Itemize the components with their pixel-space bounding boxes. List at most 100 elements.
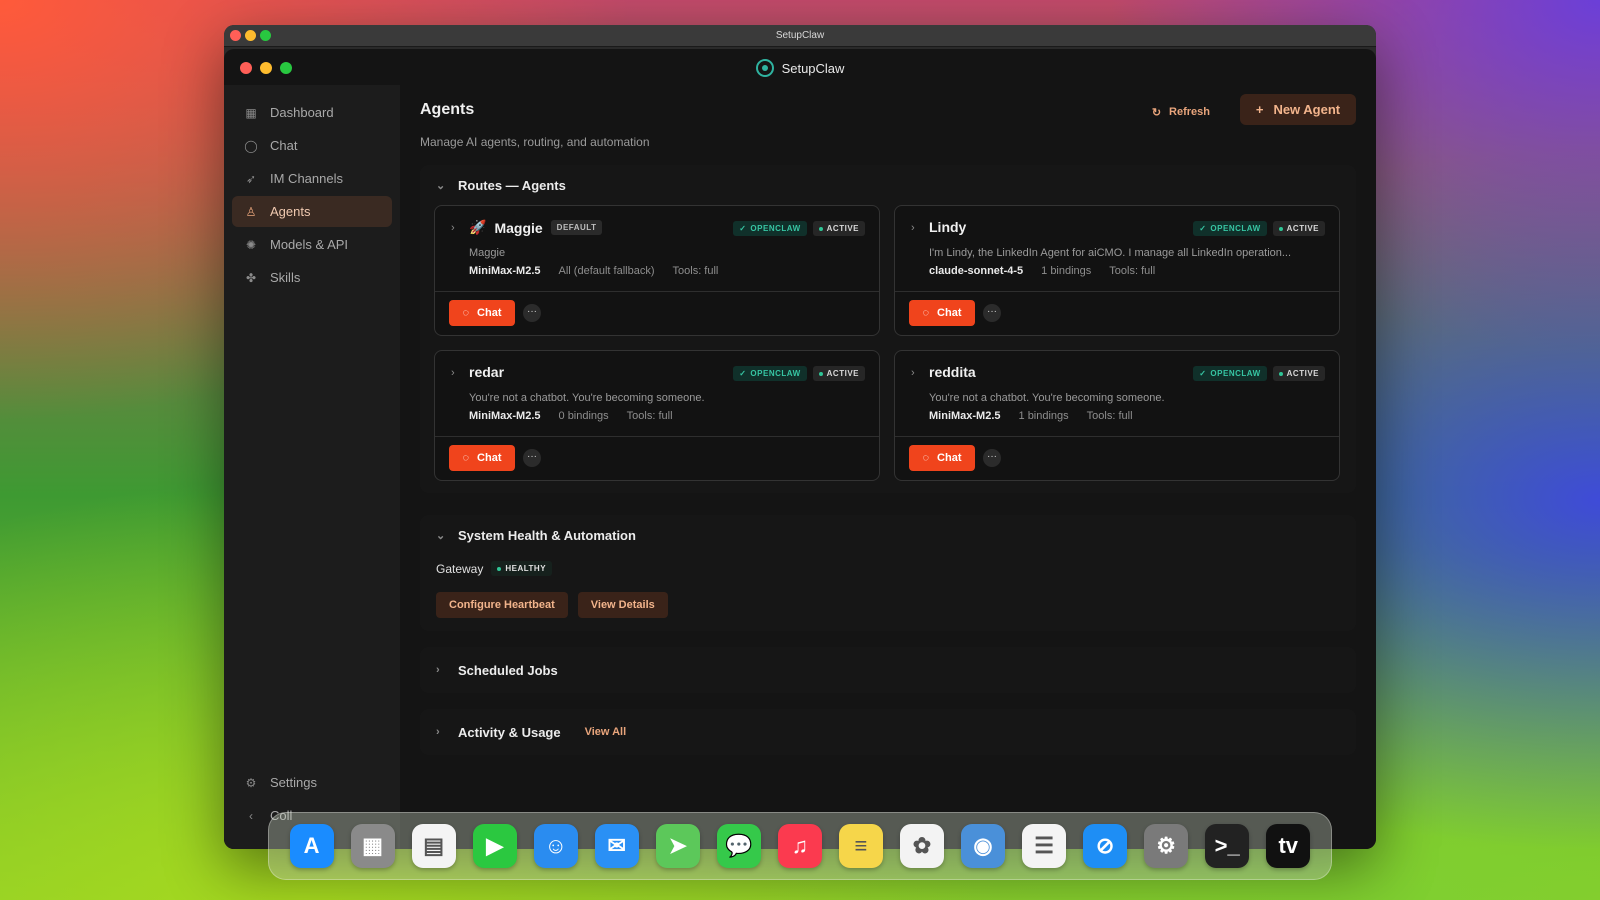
openclaw-badge-label: OPENCLAW xyxy=(750,224,801,233)
agent-model: MiniMax-M2.5 xyxy=(469,265,541,277)
sidebar-item-skills[interactable]: ✤ Skills xyxy=(232,262,392,293)
agent-tools: Tools: full xyxy=(626,410,673,422)
agent-model: claude-sonnet-4-5 xyxy=(929,265,1024,277)
facetime-icon[interactable]: ▶ xyxy=(472,824,517,868)
gear-icon: ⚙ xyxy=(245,775,257,790)
view-details-button[interactable]: View Details xyxy=(577,592,668,618)
agent-card-reddita[interactable]: › reddita ✓ OPENCLAW ACTIVE You're not a … xyxy=(894,350,1340,481)
sidebar: ▦ Dashboard ◯ Chat ➶ IM Channels ♙ Agent… xyxy=(224,85,400,849)
safari-icon[interactable]: ⊘ xyxy=(1083,824,1128,868)
chat-button-label: Chat xyxy=(937,452,962,464)
rocket-icon: ➶ xyxy=(245,171,257,186)
sidebar-item-label: Skills xyxy=(270,270,301,285)
sidebar-item-label: Models & API xyxy=(270,237,349,252)
agent-card-redar[interactable]: › redar ✓ OPENCLAW ACTIVE You're not a ch… xyxy=(434,350,880,481)
agent-badges: ✓ OPENCLAW ACTIVE xyxy=(1193,366,1325,381)
view-all-link[interactable]: View All xyxy=(585,726,627,738)
sidebar-item-dashboard[interactable]: ▦ Dashboard xyxy=(232,97,392,128)
refresh-label: Refresh xyxy=(1169,106,1210,118)
agent-bindings: 0 bindings xyxy=(558,410,609,422)
activity-section-header[interactable]: › Activity & Usage View All xyxy=(420,709,1356,755)
chevron-right-icon[interactable]: › xyxy=(911,222,915,234)
scheduled-section-title: Scheduled Jobs xyxy=(458,662,558,678)
sidebar-item-settings[interactable]: ⚙ Settings xyxy=(232,767,392,798)
more-options-button[interactable]: ··· xyxy=(523,449,541,467)
health-section-header[interactable]: ⌄ System Health & Automation xyxy=(420,515,1356,555)
calendar-icon[interactable]: ▤ xyxy=(411,824,456,868)
routes-section-header[interactable]: ⌄ Routes — Agents xyxy=(420,165,1356,205)
chat-button[interactable]: ◌ Chat xyxy=(909,445,975,471)
agent-cards-grid: › 🚀 Maggie DEFAULT ✓ OPENCLAW ACTIVE Magg… xyxy=(420,205,1356,481)
system-settings-icon[interactable]: ⚙ xyxy=(1144,824,1189,868)
agent-description: You're not a chatbot. You're becoming so… xyxy=(929,392,1165,404)
calculator-icon[interactable]: ▦ xyxy=(350,824,395,868)
chat-button[interactable]: ◌ Chat xyxy=(449,445,515,471)
activity-usage-section[interactable]: › Activity & Usage View All xyxy=(420,709,1356,755)
sidebar-item-chat[interactable]: ◯ Chat xyxy=(232,130,392,161)
sidebar-item-label: Settings xyxy=(270,775,317,790)
status-badge-label: ACTIVE xyxy=(826,224,859,233)
openclaw-badge: ✓ OPENCLAW xyxy=(733,221,807,236)
app-store-icon[interactable]: A xyxy=(289,824,334,868)
chevron-right-icon[interactable]: › xyxy=(451,222,455,234)
chat-bubble-icon: ◌ xyxy=(922,452,930,464)
check-icon: ✓ xyxy=(1199,369,1207,378)
agent-name: Lindy xyxy=(929,219,967,235)
agent-card-body: › 🚀 Maggie DEFAULT ✓ OPENCLAW ACTIVE Magg… xyxy=(435,206,879,292)
status-badge-label: ACTIVE xyxy=(1286,224,1319,233)
notes-icon[interactable]: ≡ xyxy=(838,824,883,868)
chevron-right-icon[interactable]: › xyxy=(451,367,455,379)
chevron-right-icon[interactable]: › xyxy=(911,367,915,379)
page-header: Agents ↻ Refresh + New Agent xyxy=(420,85,1356,131)
agent-card-maggie[interactable]: › 🚀 Maggie DEFAULT ✓ OPENCLAW ACTIVE Magg… xyxy=(434,205,880,336)
music-icon[interactable]: ♫ xyxy=(777,824,822,868)
reminders-icon[interactable]: ☰ xyxy=(1022,824,1067,868)
maps-icon[interactable]: ➤ xyxy=(655,824,700,868)
mail-icon[interactable]: ✉ xyxy=(594,824,639,868)
check-icon: ✓ xyxy=(1199,224,1207,233)
agent-meta: MiniMax-M2.5 All (default fallback) Tool… xyxy=(469,265,718,277)
sidebar-item-label: IM Channels xyxy=(270,171,343,186)
chat-button[interactable]: ◌ Chat xyxy=(449,300,515,326)
openclaw-badge: ✓ OPENCLAW xyxy=(733,366,807,381)
chat-button-label: Chat xyxy=(477,452,502,464)
scheduled-section-header[interactable]: › Scheduled Jobs xyxy=(420,647,1356,693)
status-dot-icon xyxy=(818,371,823,376)
finder-icon[interactable]: ☺ xyxy=(533,824,578,868)
chevron-right-icon: › xyxy=(436,726,440,738)
photos-icon[interactable]: ✿ xyxy=(899,824,944,868)
new-agent-label: New Agent xyxy=(1273,102,1341,117)
status-badge: ACTIVE xyxy=(1272,221,1325,236)
agent-name-row: reddita xyxy=(929,364,976,380)
scheduled-jobs-section[interactable]: › Scheduled Jobs xyxy=(420,647,1356,693)
preview-icon[interactable]: ◉ xyxy=(961,824,1006,868)
agent-card-lindy[interactable]: › Lindy ✓ OPENCLAW ACTIVE I'm Lindy, the … xyxy=(894,205,1340,336)
apple-tv-icon[interactable]: tv xyxy=(1266,824,1311,868)
outer-titlebar: SetupClaw xyxy=(224,25,1376,47)
agent-description: You're not a chatbot. You're becoming so… xyxy=(469,392,705,404)
sidebar-item-im-channels[interactable]: ➶ IM Channels xyxy=(232,163,392,194)
messages-icon[interactable]: 💬 xyxy=(716,824,761,868)
chat-button-label: Chat xyxy=(937,307,962,319)
grid-icon: ▦ xyxy=(245,105,257,120)
agent-name-row: Lindy xyxy=(929,219,966,235)
agent-card-body: › Lindy ✓ OPENCLAW ACTIVE I'm Lindy, the … xyxy=(895,206,1339,292)
sidebar-item-agents[interactable]: ♙ Agents xyxy=(232,196,392,227)
refresh-button[interactable]: ↻ Refresh xyxy=(1152,99,1210,125)
sidebar-item-models-api[interactable]: ✺ Models & API xyxy=(232,229,392,260)
chat-button[interactable]: ◌ Chat xyxy=(909,300,975,326)
configure-heartbeat-button[interactable]: Configure Heartbeat xyxy=(436,592,568,618)
agent-card-body: › reddita ✓ OPENCLAW ACTIVE You're not a … xyxy=(895,351,1339,437)
openclaw-badge: ✓ OPENCLAW xyxy=(1193,221,1267,236)
page-title: Agents xyxy=(420,101,475,118)
more-options-button[interactable]: ··· xyxy=(983,449,1001,467)
agent-badges: ✓ OPENCLAW ACTIVE xyxy=(1193,221,1325,236)
agent-card-actions: ◌ Chat ··· xyxy=(909,300,1001,326)
more-options-button[interactable]: ··· xyxy=(523,304,541,322)
main-content: Agents ↻ Refresh + New Agent Manage AI a… xyxy=(400,85,1376,849)
terminal-icon[interactable]: >_ xyxy=(1205,824,1250,868)
status-dot-icon xyxy=(818,226,823,231)
more-options-button[interactable]: ··· xyxy=(983,304,1001,322)
agent-bindings: 1 bindings xyxy=(1041,265,1092,277)
new-agent-button[interactable]: + New Agent xyxy=(1240,94,1356,125)
